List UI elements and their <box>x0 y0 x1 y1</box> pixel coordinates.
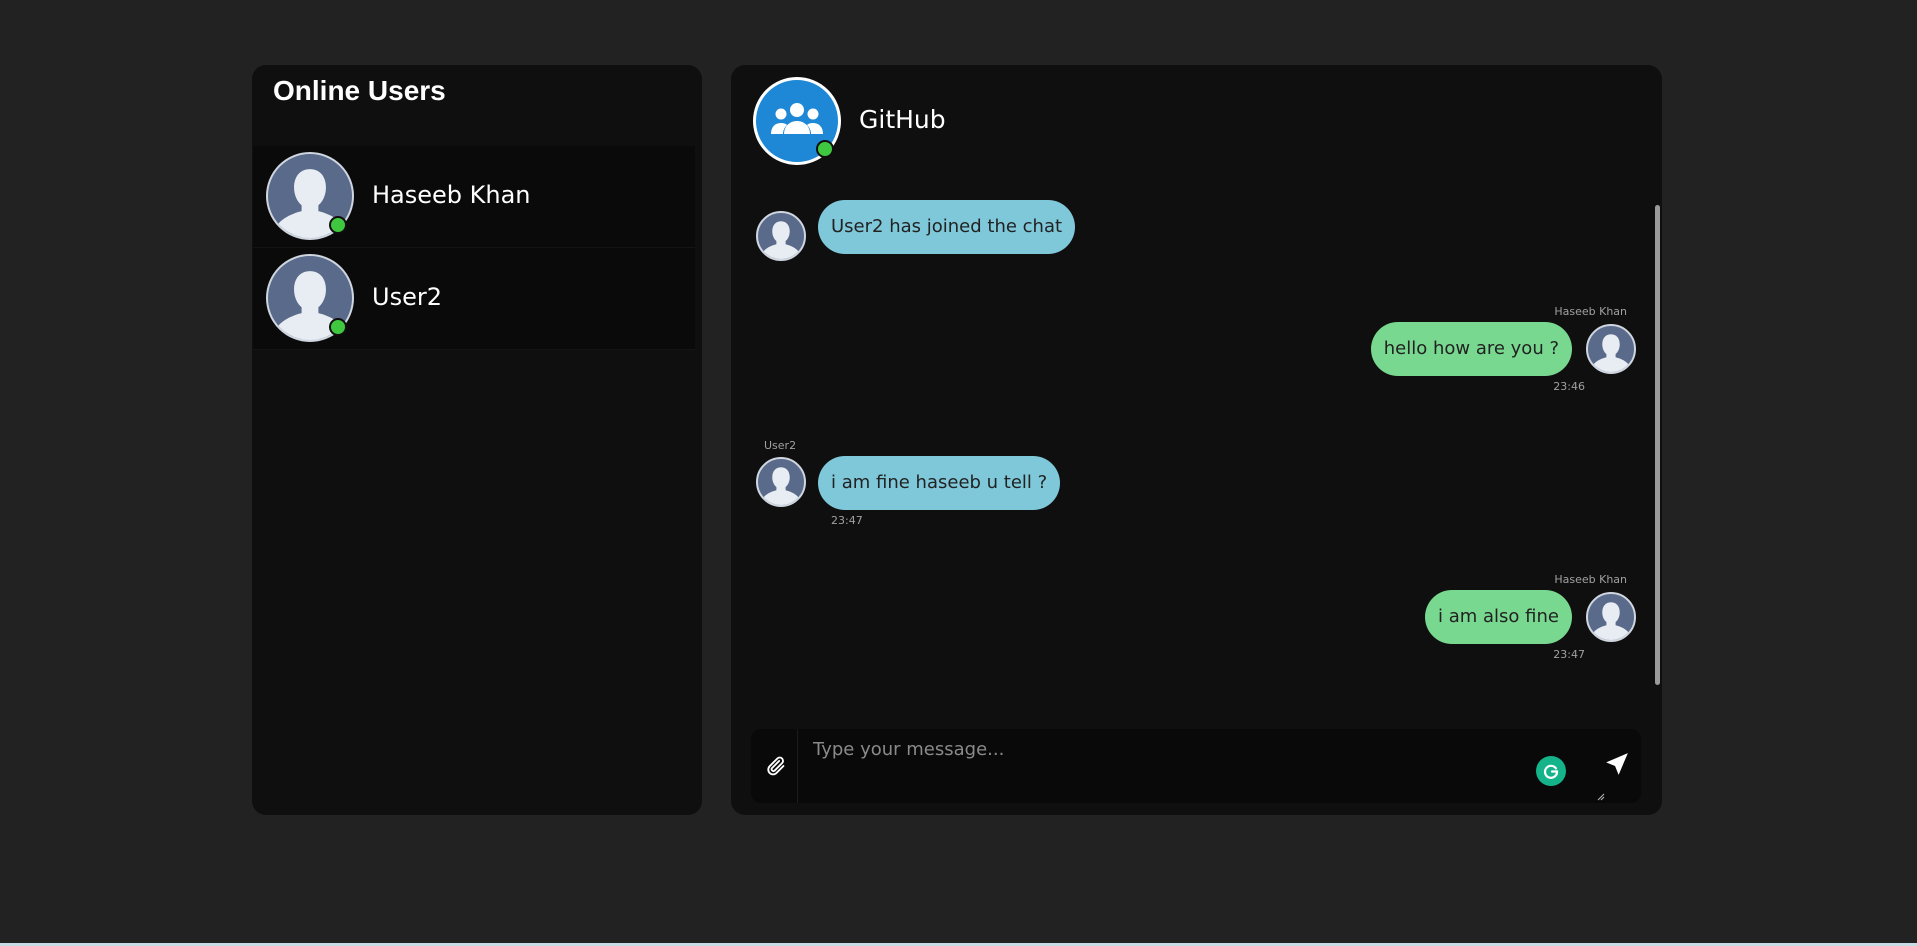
paperclip-icon <box>767 756 785 776</box>
chat-panel: GitHub User2 has joined the chat Haseeb … <box>731 65 1662 815</box>
user-avatar-icon <box>756 457 806 507</box>
online-status-indicator <box>816 140 834 158</box>
send-icon <box>1606 753 1628 775</box>
group-icon <box>771 103 823 134</box>
online-users-list: Haseeb Khan User2 <box>253 146 695 350</box>
user-avatar-icon <box>756 211 806 261</box>
user-list-item[interactable]: Haseeb Khan <box>253 146 695 248</box>
grammarly-icon[interactable] <box>1536 756 1566 786</box>
messages-scrollbar[interactable] <box>1655 205 1660 685</box>
user-avatar-icon <box>1586 592 1636 642</box>
message-composer <box>751 729 1641 803</box>
online-users-panel: Online Users Haseeb Khan User2 <box>252 65 702 815</box>
message-avatar <box>756 457 806 507</box>
online-users-title: Online Users <box>273 75 446 106</box>
message-avatar <box>1586 324 1636 374</box>
message-sender: User2 <box>764 439 797 452</box>
user-avatar-wrap <box>266 254 354 342</box>
group-avatar <box>753 77 841 165</box>
message-sender: Haseeb Khan <box>1554 305 1627 318</box>
user-avatar-wrap <box>266 152 354 240</box>
user-avatar-icon <box>1586 324 1636 374</box>
message-bubble: i am fine haseeb u tell ? <box>818 456 1061 510</box>
user-name: User2 <box>372 283 442 311</box>
online-status-indicator <box>329 216 347 234</box>
message-avatar <box>756 211 806 261</box>
message-time: 23:47 <box>831 514 863 527</box>
send-button[interactable] <box>1604 751 1634 781</box>
message-time: 23:47 <box>1553 648 1585 661</box>
attach-button[interactable] <box>751 729 798 803</box>
message-time: 23:46 <box>1553 380 1585 393</box>
chat-app: Online Users Haseeb Khan User2 GitHub Us… <box>0 0 1917 946</box>
user-name: Haseeb Khan <box>372 181 531 209</box>
message-bubble: hello how are you ? <box>1370 322 1572 376</box>
message-bubble: User2 has joined the chat <box>818 200 1076 254</box>
resize-handle-icon[interactable] <box>1597 793 1605 801</box>
message-input[interactable] <box>799 729 1569 803</box>
message-bubble: i am also fine <box>1425 590 1572 644</box>
message-sender: Haseeb Khan <box>1554 573 1627 586</box>
user-list-item[interactable]: User2 <box>253 248 695 350</box>
message-avatar <box>1586 592 1636 642</box>
online-status-indicator <box>329 318 347 336</box>
chat-title: GitHub <box>859 105 946 134</box>
